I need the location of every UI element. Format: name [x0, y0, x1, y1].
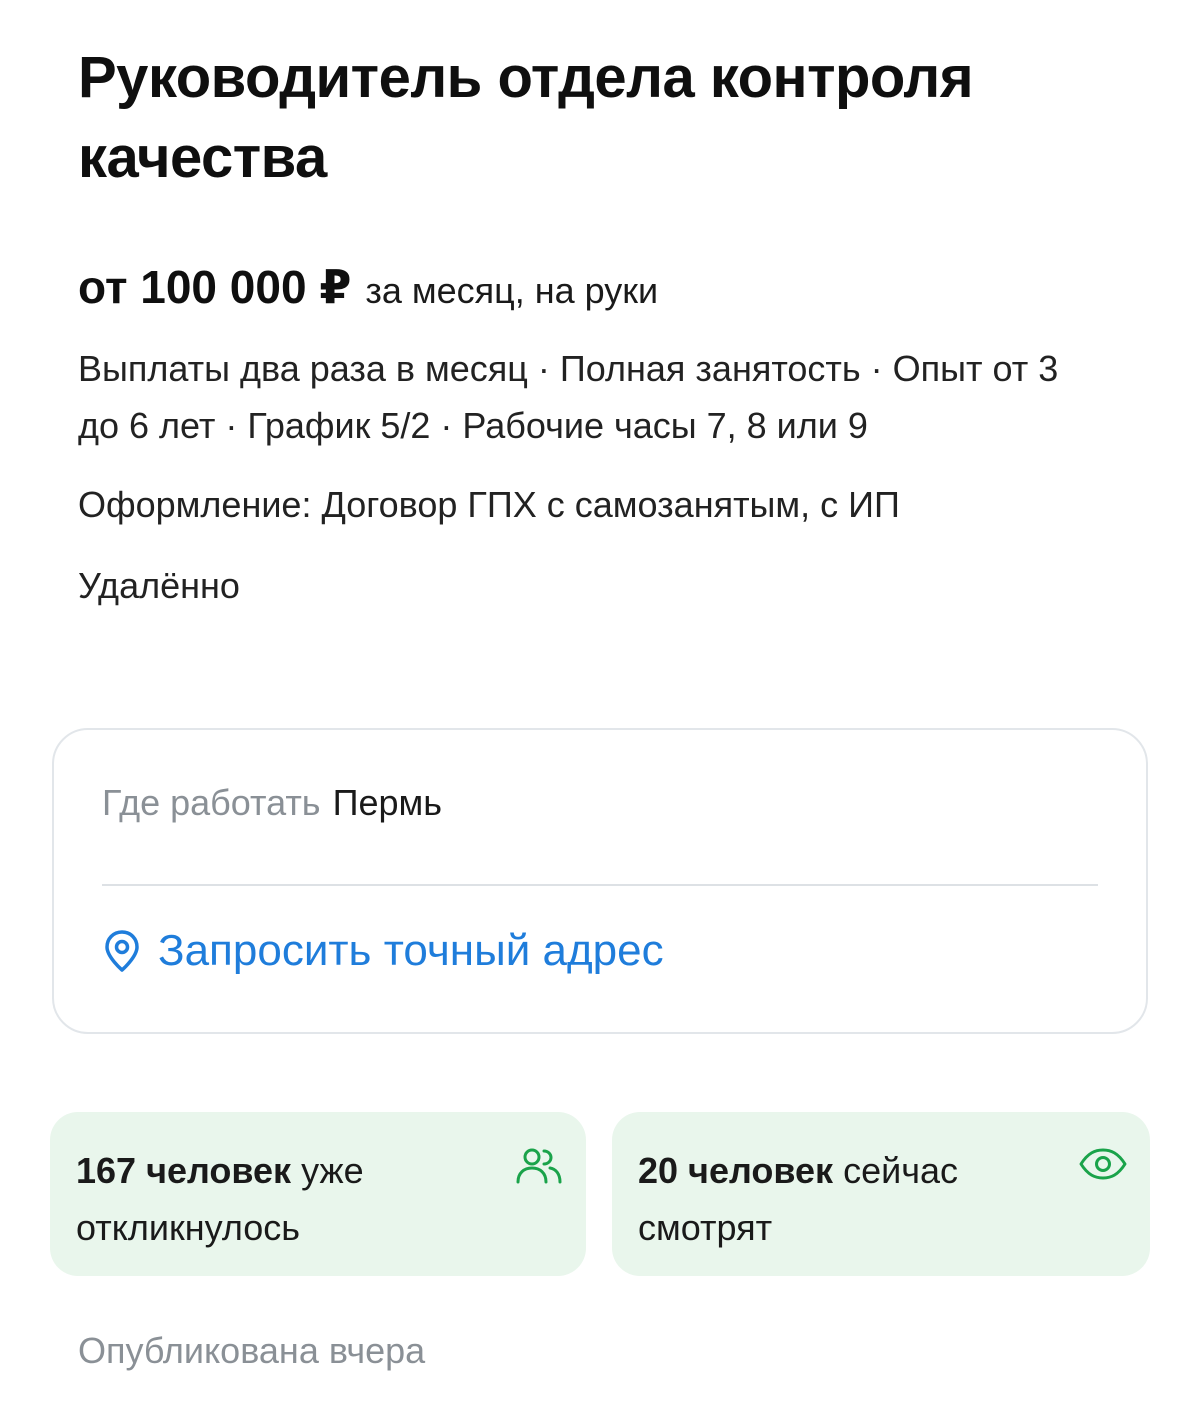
responses-stat-card: 167 человек уже откликнулось: [50, 1112, 586, 1276]
request-address-link[interactable]: Запросить точный адрес: [102, 926, 664, 976]
viewers-count: 20 человек: [638, 1150, 834, 1191]
eye-icon: [1079, 1148, 1127, 1180]
people-icon: [516, 1148, 562, 1184]
salary-note: за месяц, на руки: [365, 270, 659, 311]
location-pin-icon: [105, 930, 139, 972]
location-city: Пермь: [332, 782, 443, 823]
viewers-stat-card: 20 человек сейчас смотрят: [612, 1112, 1150, 1276]
location-row: Где работать Пермь: [102, 782, 442, 824]
vacancy-title: Руководитель отдела контроля качества: [78, 45, 974, 190]
request-address-label: Запросить точный адрес: [158, 926, 664, 975]
published-date: Опубликована вчера: [78, 1330, 426, 1371]
responses-count: 167 человек: [76, 1150, 292, 1191]
salary-row: от 100 000 ₽ за месяц, на руки: [78, 260, 1122, 314]
divider: [102, 884, 1098, 886]
work-format: Удалённо: [78, 565, 240, 606]
employment-type: Оформление: Договор ГПХ с самозанятым, с…: [78, 484, 900, 525]
viewers-stat-text: 20 человек сейчас смотрят: [638, 1142, 1058, 1256]
location-label: Где работать: [102, 782, 321, 823]
salary-amount: от 100 000 ₽: [78, 261, 352, 313]
vacancy-conditions: Выплаты два раза в месяц · Полная занято…: [78, 348, 1059, 446]
responses-stat-text: 167 человек уже откликнулось: [76, 1142, 496, 1256]
location-card: Где работать Пермь Запросить точный адрес: [52, 728, 1148, 1034]
